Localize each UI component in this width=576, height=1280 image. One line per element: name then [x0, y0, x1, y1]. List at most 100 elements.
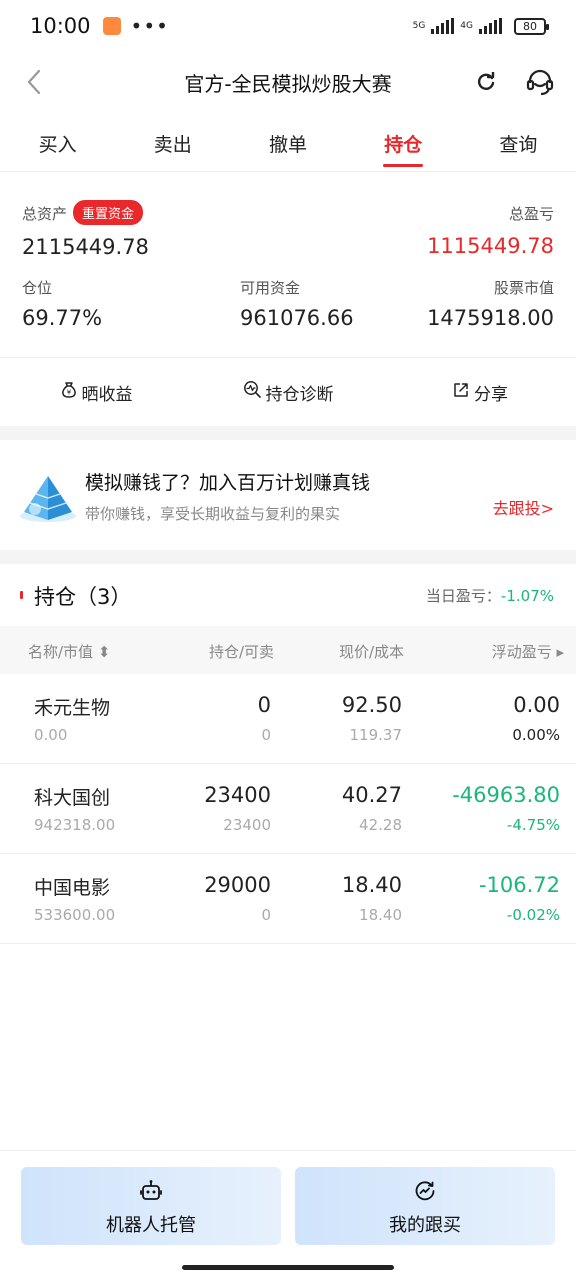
stock-market-value: 0.00	[34, 726, 68, 744]
tab-sell[interactable]: 卖出	[115, 118, 230, 171]
current-price: 40.27	[341, 783, 402, 807]
stock-name: 禾元生物	[34, 697, 111, 719]
promo-subtitle: 带你赚钱，享受长期收益与复利的果实	[85, 505, 341, 523]
network-4g-label: 4G	[460, 20, 473, 31]
col-hold: 持仓/可卖	[208, 643, 274, 661]
reset-funds-button[interactable]: 重置资金	[73, 200, 144, 225]
pyramid-icon	[18, 472, 78, 524]
section-marker	[20, 591, 23, 599]
sellable-qty: 23400	[223, 816, 271, 834]
total-assets-value: 2115449.78	[22, 235, 149, 259]
stock-name: 中国电影	[34, 877, 111, 899]
cost-price: 18.40	[359, 906, 402, 924]
customer-service-icon[interactable]	[522, 64, 558, 100]
status-time: 10:00	[30, 14, 91, 38]
floating-pl: -106.72	[478, 873, 560, 897]
tab-query[interactable]: 查询	[461, 118, 576, 171]
svg-text:¥: ¥	[66, 388, 71, 396]
floating-pl-pct: -4.75%	[506, 816, 560, 834]
robot-custody-button[interactable]: 机器人托管	[21, 1167, 281, 1245]
trade-tabs: 买入 卖出 撤单 持仓 查询	[0, 118, 576, 172]
refresh-icon[interactable]	[470, 66, 502, 98]
network-5g-label: 5G	[412, 20, 426, 31]
floating-pl: 0.00	[513, 693, 560, 717]
header: 官方-全民模拟炒股大赛	[0, 52, 576, 112]
col-pl-toggle[interactable]: 浮动盈亏 ▸	[492, 641, 564, 662]
cost-price: 119.37	[349, 726, 403, 744]
page-title: 官方-全民模拟炒股大赛	[184, 71, 392, 96]
hold-qty: 23400	[204, 783, 271, 807]
day-profit-loss: 当日盈亏：-1.07%	[426, 585, 554, 606]
stock-name: 科大国创	[34, 787, 111, 809]
robot-icon	[139, 1179, 163, 1203]
floating-pl-pct: 0.00%	[512, 726, 560, 744]
share-label: 分享	[474, 384, 508, 405]
available-funds-label: 可用资金	[240, 279, 301, 297]
available-funds-value: 961076.66	[240, 306, 354, 330]
total-pl-value: 1115449.78	[427, 234, 554, 258]
col-name-sort[interactable]: 名称/市值 ⬍	[28, 641, 110, 662]
total-profit-loss: 总盈亏 1115449.78	[427, 200, 554, 258]
battery-icon: 80	[514, 17, 549, 35]
tab-buy[interactable]: 买入	[0, 118, 115, 171]
home-indicator[interactable]	[182, 1265, 394, 1270]
share-icon	[452, 381, 470, 404]
back-icon[interactable]	[16, 64, 52, 100]
total-assets-label: 总资产	[22, 205, 68, 223]
asset-summary: 总资产 重置资金 2115449.78 总盈亏 1115449.78 仓位 69.…	[0, 180, 576, 358]
follow-trend-icon	[413, 1179, 437, 1203]
diagnosis-icon	[243, 380, 262, 404]
positions-title: 持仓（3）	[34, 585, 132, 609]
position-ratio: 仓位 69.77%	[22, 277, 102, 330]
signal-icon-2	[479, 18, 502, 34]
current-price: 18.40	[341, 873, 402, 897]
section-divider	[0, 426, 576, 440]
total-assets: 总资产 重置资金 2115449.78	[22, 200, 149, 259]
day-pl-value: -1.07%	[500, 587, 554, 605]
signal-icon	[431, 18, 455, 34]
promo-title: 模拟赚钱了？加入百万计划赚真钱	[85, 472, 371, 494]
hold-qty: 0	[257, 693, 271, 717]
day-pl-label: 当日盈亏：	[425, 587, 501, 605]
action-row: ¥ 晒收益 持仓诊断 分享	[0, 358, 576, 426]
status-bar: 10:00 ••• 5G 4G 80	[0, 0, 576, 52]
stock-value-label: 股票市值	[493, 279, 554, 297]
tab-cancel-order[interactable]: 撤单	[230, 118, 345, 171]
money-bag-icon: ¥	[60, 381, 78, 404]
share-button[interactable]: 分享	[384, 380, 576, 405]
total-pl-label: 总盈亏	[508, 205, 554, 223]
stock-market-value: 942318.00	[34, 816, 116, 834]
floating-pl-pct: -0.02%	[506, 906, 560, 924]
sellable-qty: 0	[261, 906, 271, 924]
available-funds: 可用资金 961076.66	[240, 277, 354, 330]
follow-plan-banner[interactable]: 模拟赚钱了？加入百万计划赚真钱 带你赚钱，享受长期收益与复利的果实 去跟投>	[0, 440, 576, 550]
my-follow-label: 我的跟买	[389, 1215, 461, 1236]
col-price: 现价/成本	[338, 643, 404, 661]
stock-market-value: 533600.00	[34, 906, 116, 924]
section-divider-2	[0, 550, 576, 564]
table-row[interactable]: 科大国创 942318.00 23400 23400 40.27 42.28 -…	[0, 764, 576, 854]
tab-positions[interactable]: 持仓	[346, 118, 461, 171]
more-notifications-icon: •••	[130, 14, 169, 38]
hold-qty: 29000	[204, 873, 271, 897]
show-profit-label: 晒收益	[81, 384, 133, 405]
position-ratio-value: 69.77%	[22, 306, 103, 330]
table-row[interactable]: 禾元生物 0.00 0 0 92.50 119.37 0.00 0.00%	[0, 674, 576, 764]
my-follow-button[interactable]: 我的跟买	[295, 1167, 555, 1245]
show-profit-button[interactable]: ¥ 晒收益	[0, 380, 192, 405]
stock-market-value: 股票市值 1475918.00	[427, 277, 554, 330]
stock-value-value: 1475918.00	[427, 306, 554, 330]
floating-pl: -46963.80	[452, 783, 560, 807]
positions-header: 持仓（3） 当日盈亏：-1.07%	[0, 564, 576, 626]
position-diagnosis-label: 持仓诊断	[265, 384, 334, 405]
robot-custody-label: 机器人托管	[106, 1215, 196, 1236]
positions-column-header: 名称/市值 ⬍ 持仓/可卖 现价/成本 浮动盈亏 ▸	[0, 626, 576, 674]
table-row[interactable]: 中国电影 533600.00 29000 0 18.40 18.40 -106.…	[0, 854, 576, 944]
cost-price: 42.28	[359, 816, 402, 834]
position-diagnosis-button[interactable]: 持仓诊断	[192, 380, 384, 405]
go-follow-link[interactable]: 去跟投>	[493, 495, 554, 519]
bottom-action-bar: 机器人托管 我的跟买	[0, 1150, 576, 1280]
sellable-qty: 0	[261, 726, 271, 744]
current-price: 92.50	[341, 693, 402, 717]
position-ratio-label: 仓位	[22, 279, 53, 297]
